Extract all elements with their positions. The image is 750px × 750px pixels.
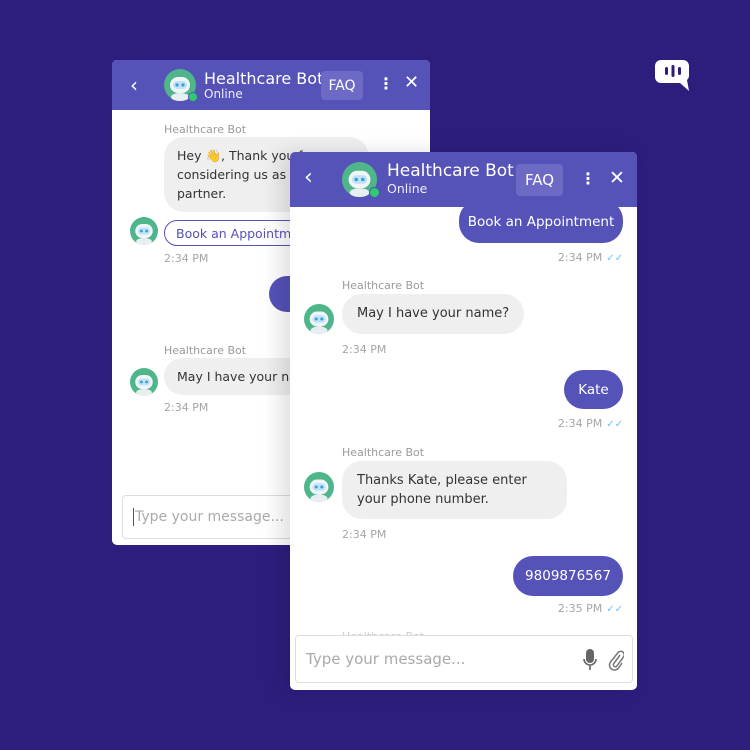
bot-message: Thanks Kate, please enter your phone num… — [342, 461, 567, 519]
read-receipt-icon: ✓✓ — [606, 604, 623, 615]
bot-status: Online — [204, 87, 243, 101]
faq-button[interactable]: FAQ — [516, 164, 563, 196]
close-icon[interactable]: ✕ — [404, 72, 419, 93]
user-message: 9809876567 — [513, 556, 623, 596]
sender-label: Healthcare Bot — [164, 123, 247, 136]
bot-message: May I have your name? — [342, 294, 525, 334]
read-receipt-icon: ✓✓ — [606, 253, 623, 264]
read-receipt-icon: ✓✓ — [606, 419, 623, 430]
user-message: Kate — [564, 370, 623, 409]
bot-name: Healthcare Bot — [387, 161, 514, 181]
message-time: 2:34 PM — [164, 401, 209, 414]
attachment-icon[interactable] — [608, 649, 625, 675]
bot-avatar — [130, 217, 158, 245]
bot-status: Online — [387, 181, 428, 196]
chat-window-front: Book an Appointment 2:34 PM ✓✓ Healthcare… — [290, 152, 637, 690]
chat-header: ‹ Healthcare Bot Online FAQ ⋮ ✕ — [290, 152, 637, 207]
sender-label: Healthcare Bot — [342, 279, 425, 292]
bot-avatar — [130, 368, 158, 396]
message-time: 2:35 PM ✓✓ — [557, 602, 623, 615]
bot-avatar — [342, 162, 380, 198]
chat-header: ‹ Healthcare Bot Online FAQ ⋮ ✕ — [112, 60, 430, 110]
input-placeholder: Type your message... — [306, 650, 466, 668]
message-time: 2:34 PM — [342, 528, 387, 541]
sender-label: Healthcare Bot — [342, 446, 425, 459]
message-time: 2:34 PM ✓✓ — [557, 417, 623, 430]
bot-avatar — [304, 472, 334, 502]
online-indicator — [188, 92, 198, 102]
back-icon[interactable]: ‹ — [304, 165, 313, 190]
sender-label: Healthcare Bot — [164, 344, 247, 357]
back-icon[interactable]: ‹ — [130, 73, 138, 97]
input-placeholder: Type your message... — [135, 509, 284, 525]
message-input[interactable]: Type your message... — [295, 635, 633, 683]
brand-logo-icon — [655, 60, 691, 96]
message-time: 2:34 PM ✓✓ — [557, 251, 623, 264]
more-options-icon[interactable]: ⋮ — [580, 169, 596, 188]
close-icon[interactable]: ✕ — [609, 167, 625, 189]
more-options-icon[interactable]: ⋮ — [378, 74, 394, 93]
bot-avatar — [304, 304, 334, 334]
bot-avatar — [164, 69, 198, 102]
message-list[interactable]: Book an Appointment 2:34 PM ✓✓ Healthcare… — [290, 152, 637, 690]
message-time: 2:34 PM — [342, 343, 387, 356]
online-indicator — [369, 187, 380, 198]
faq-button[interactable]: FAQ — [321, 71, 363, 100]
microphone-icon[interactable] — [583, 649, 597, 675]
message-time: 2:34 PM — [164, 252, 209, 265]
bot-name: Healthcare Bot — [204, 69, 324, 88]
